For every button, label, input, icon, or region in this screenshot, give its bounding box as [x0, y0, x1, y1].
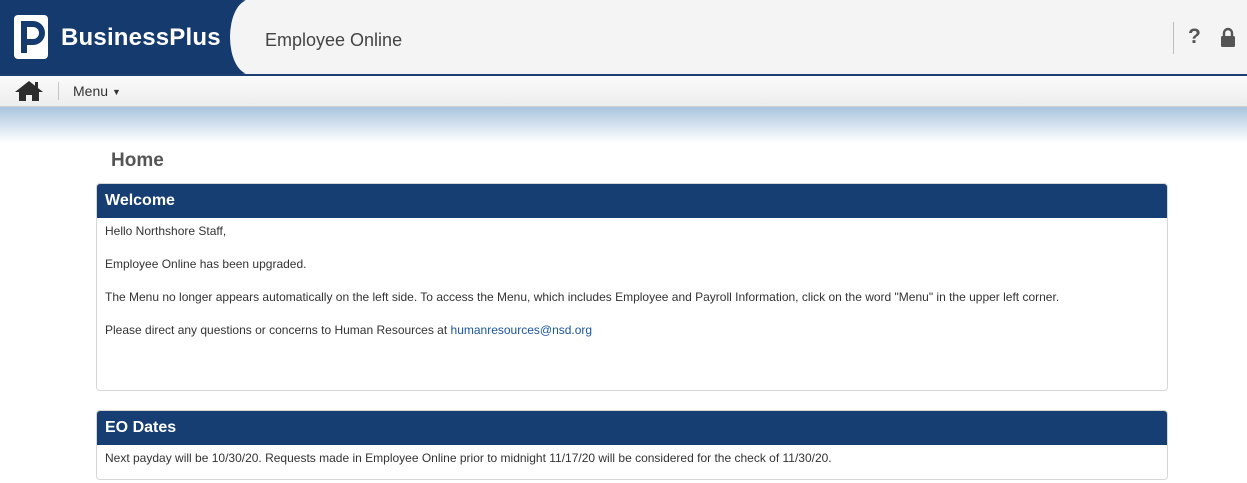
menu-bar-separator: [58, 82, 59, 100]
greeting-text: Hello Northshore Staff,: [105, 224, 227, 238]
menu-dropdown-button[interactable]: Menu ▼: [73, 83, 121, 99]
eo-dates-panel-body: Next payday will be 10/30/20. Requests m…: [97, 445, 1167, 468]
help-icon[interactable]: ?: [1188, 25, 1201, 49]
lock-icon[interactable]: [1220, 27, 1236, 47]
welcome-panel-heading: Welcome: [97, 184, 1167, 218]
menu-instructions-text: The Menu no longer appears automatically…: [105, 290, 1060, 304]
menu-label: Menu: [73, 83, 109, 99]
upgrade-note-text: Employee Online has been upgraded.: [105, 257, 307, 271]
caret-down-icon: ▼: [112, 87, 121, 98]
app-title: Employee Online: [265, 30, 403, 50]
hr-email-link[interactable]: humanresources@nsd.org: [451, 323, 593, 337]
app-header: BusinessPlus Employee Online ?: [0, 0, 1247, 76]
menu-bar: Menu ▼: [0, 76, 1247, 107]
welcome-panel: Welcome Hello Northshore Staff, Employee…: [96, 183, 1168, 391]
header-divider: [1173, 22, 1174, 54]
contact-text: Please direct any questions or concerns …: [105, 321, 1159, 340]
brand-name: BusinessPlus: [61, 24, 221, 51]
home-icon[interactable]: [14, 80, 44, 102]
contact-prefix: Please direct any questions or concerns …: [105, 323, 451, 337]
eo-dates-panel: EO Dates Next payday will be 10/30/20. R…: [96, 410, 1168, 480]
eo-dates-panel-heading: EO Dates: [97, 411, 1167, 445]
page-title: Home: [111, 150, 164, 171]
businessplus-logo-icon: [14, 15, 48, 59]
header-shade: [0, 107, 1247, 143]
payday-note-text: Next payday will be 10/30/20. Requests m…: [105, 451, 832, 465]
welcome-panel-body: Hello Northshore Staff, Employee Online …: [97, 218, 1167, 340]
brand-area: BusinessPlus: [0, 0, 262, 74]
